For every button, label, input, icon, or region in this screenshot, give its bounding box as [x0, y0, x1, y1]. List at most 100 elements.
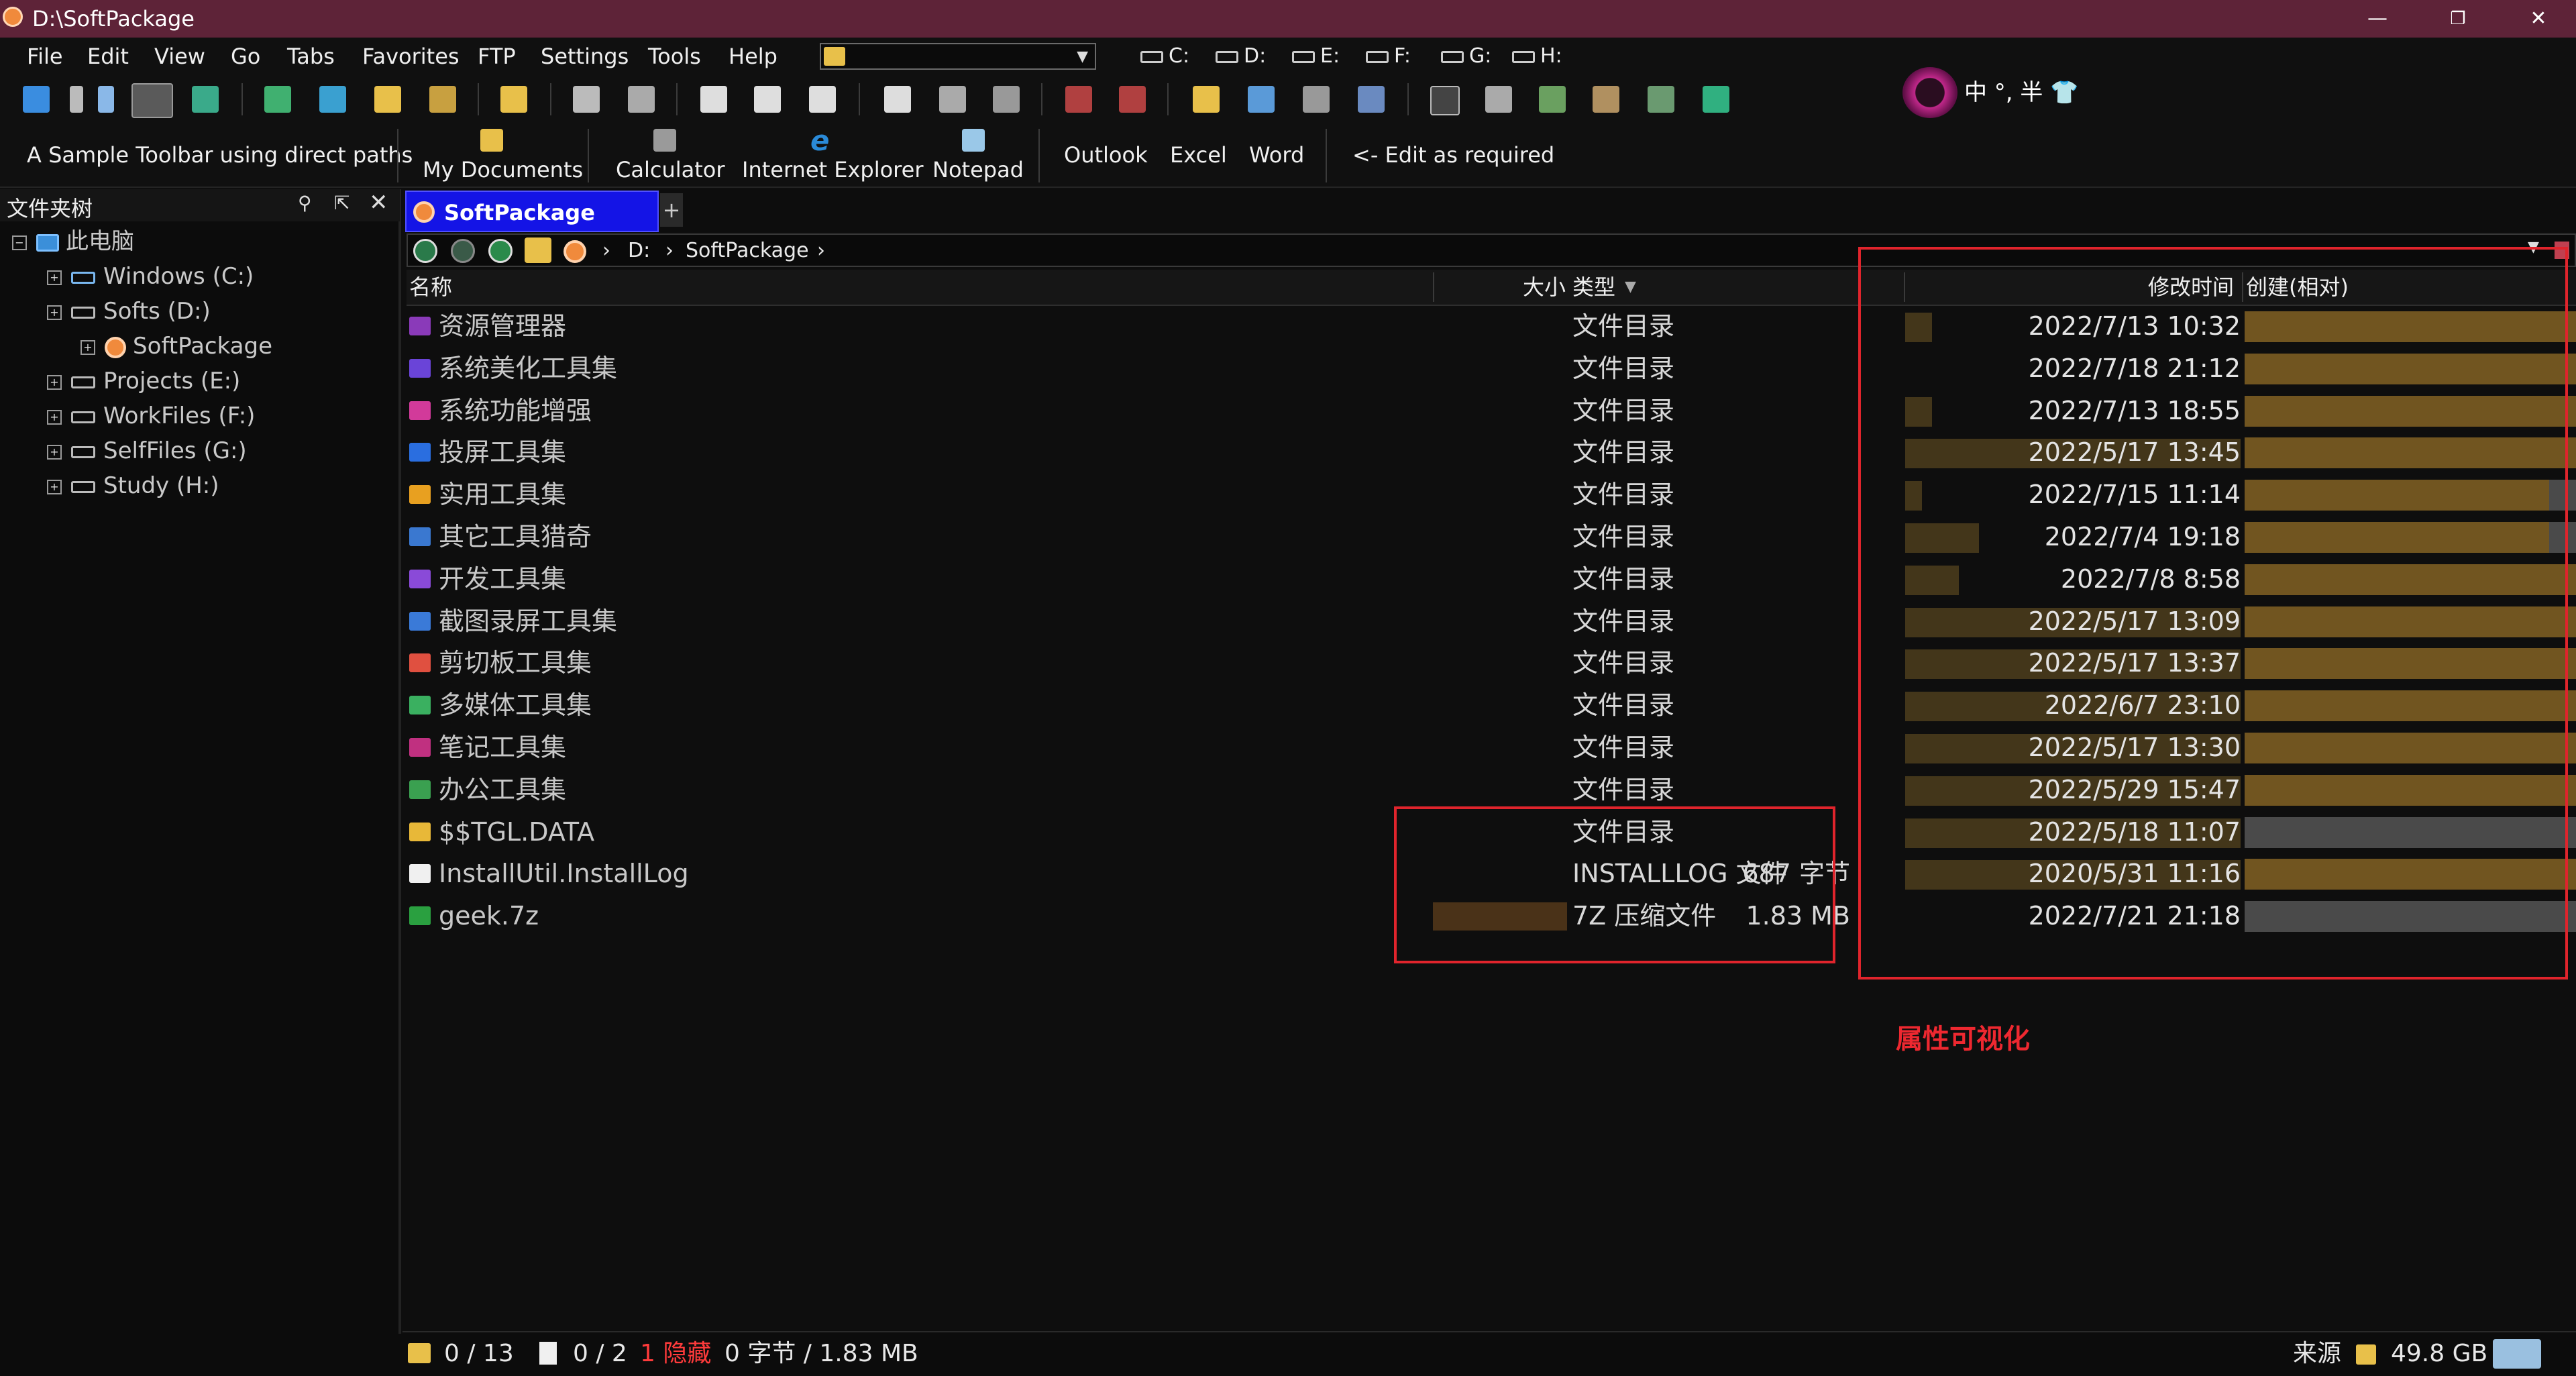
favorites-folder-icon[interactable] [1193, 86, 1220, 113]
menu-tabs[interactable]: Tabs [287, 38, 335, 75]
tree-item-study-h[interactable]: + Study (H:) [47, 468, 219, 503]
drive-button-c[interactable]: C: [1140, 38, 1189, 75]
expand-icon[interactable]: + [47, 409, 62, 425]
preview-icon[interactable] [1248, 86, 1275, 113]
tab-softpackage[interactable]: SoftPackage [405, 191, 659, 232]
ime-logo-icon[interactable] [1902, 67, 1957, 118]
tree-item-workfiles-f[interactable]: + WorkFiles (F:) [47, 399, 255, 433]
menu-edit[interactable]: Edit [87, 38, 129, 75]
maximize-button[interactable]: ❐ [2418, 0, 2498, 38]
network-icon[interactable] [1648, 86, 1674, 113]
copy-icon[interactable] [573, 86, 600, 113]
paste-icon[interactable] [628, 86, 655, 113]
outlook-button[interactable]: Outlook [1064, 142, 1148, 168]
ime-status[interactable]: 中 °, 半 👕 [1964, 75, 2079, 110]
new-folder-icon[interactable] [500, 86, 527, 113]
drive-button-f[interactable]: F: [1366, 38, 1411, 75]
pin-icon[interactable]: ⇱ [334, 192, 350, 214]
source-label[interactable]: 来源 [2293, 1332, 2341, 1375]
excel-button[interactable]: Excel [1170, 142, 1227, 168]
menu-file[interactable]: File [27, 38, 63, 75]
close-button[interactable]: ✕ [2498, 0, 2576, 38]
minimize-button[interactable]: — [2337, 0, 2418, 38]
word-button[interactable]: Word [1249, 142, 1304, 168]
dual-pane-icon[interactable] [131, 83, 173, 118]
file-name: 系统美化工具集 [439, 353, 618, 383]
tree-item-projects-e[interactable]: + Projects (E:) [47, 364, 240, 399]
transfer-icon[interactable] [1703, 86, 1729, 113]
back-icon[interactable] [413, 239, 437, 263]
breadcrumb-separator[interactable]: › [817, 235, 825, 267]
tree-item-softpackage[interactable]: + SoftPackage [80, 329, 272, 364]
column-name[interactable]: 名称 [409, 270, 452, 305]
favorites-star-icon[interactable] [525, 237, 551, 263]
column-size[interactable]: 大小 [1523, 270, 1566, 305]
layout-icon[interactable] [23, 86, 50, 113]
menu-view[interactable]: View [154, 38, 205, 75]
breadcrumb-softpackage[interactable]: SoftPackage [686, 235, 809, 267]
archive-icon[interactable] [1485, 86, 1512, 113]
tree-item-this-pc[interactable]: − 此电脑 [12, 224, 134, 259]
terminal-icon[interactable] [1430, 86, 1460, 115]
forward-icon[interactable] [451, 239, 475, 263]
internet-explorer-button[interactable]: e Internet Explorer [735, 123, 923, 188]
drive-icon [71, 445, 95, 458]
address-combo[interactable]: ▼ [820, 43, 1096, 70]
search-icon[interactable] [884, 86, 911, 113]
up-icon[interactable] [488, 239, 513, 263]
expand-icon[interactable]: + [47, 270, 62, 285]
menu-tools[interactable]: Tools [648, 38, 701, 75]
column-type[interactable]: 类型 [1572, 270, 1615, 305]
collapse-icon[interactable]: − [12, 235, 27, 250]
column-divider[interactable] [1433, 272, 1434, 302]
drive-button-g[interactable]: G: [1441, 38, 1491, 75]
move-to-icon[interactable] [754, 86, 781, 113]
drive-button-d[interactable]: D: [1216, 38, 1266, 75]
breadcrumb-d[interactable]: D: [628, 235, 650, 267]
new-tab-button[interactable]: + [660, 193, 683, 227]
calculator-button[interactable]: Calculator [605, 123, 726, 188]
desktop-icon[interactable] [264, 86, 291, 113]
expand-icon[interactable]: + [47, 374, 62, 390]
hidden-count[interactable]: 1 隐藏 [640, 1332, 711, 1375]
print-icon[interactable] [939, 86, 966, 113]
delete-icon[interactable] [1065, 86, 1092, 113]
tree-item-selffiles-g[interactable]: + SelfFiles (G:) [47, 433, 247, 468]
drive-button-h[interactable]: H: [1512, 38, 1562, 75]
compare-icon[interactable] [809, 86, 836, 113]
dropdown-icon[interactable] [70, 86, 83, 113]
small-pane-icon[interactable] [98, 86, 114, 113]
properties-icon[interactable] [993, 86, 1020, 113]
menu-ftp[interactable]: FTP [478, 38, 516, 75]
menu-help[interactable]: Help [729, 38, 777, 75]
extract-icon[interactable] [1539, 86, 1566, 113]
collapse-icon[interactable]: + [47, 305, 62, 320]
copy-to-icon[interactable] [700, 86, 727, 113]
menu-favorites[interactable]: Favorites [362, 38, 460, 75]
my-documents-button[interactable]: My Documents [416, 123, 583, 188]
menu-go[interactable]: Go [231, 38, 260, 75]
delete-permanent-icon[interactable] [1119, 86, 1146, 113]
ime-toolbar-icon[interactable] [2493, 1339, 2541, 1369]
expand-icon[interactable]: + [47, 444, 62, 460]
expand-icon[interactable]: + [80, 339, 95, 355]
window-icon[interactable] [319, 86, 346, 113]
sync-icon[interactable] [192, 86, 219, 113]
breadcrumb-separator[interactable]: › [665, 235, 674, 267]
edit-hint[interactable]: <- Edit as required [1352, 142, 1554, 168]
tree-item-softs-d[interactable]: + Softs (D:) [47, 294, 211, 329]
info-icon[interactable] [1358, 86, 1385, 113]
breadcrumb-separator[interactable]: › [602, 235, 610, 267]
find-icon[interactable] [1303, 86, 1330, 113]
drive-button-e[interactable]: E: [1292, 38, 1340, 75]
packages-icon[interactable] [1593, 86, 1619, 113]
notepad-button[interactable]: Notepad [919, 123, 1028, 188]
close-icon[interactable]: ✕ [369, 189, 388, 216]
folder-icon[interactable] [374, 86, 401, 113]
menu-settings[interactable]: Settings [541, 38, 629, 75]
drive-folder-icon[interactable] [429, 86, 456, 113]
search-icon[interactable]: ⚲ [298, 192, 312, 214]
tree-item-windows-c[interactable]: + Windows (C:) [47, 259, 254, 294]
expand-icon[interactable]: + [47, 479, 62, 494]
title-bar: D:\SoftPackage — ❐ ✕ [0, 0, 2576, 38]
